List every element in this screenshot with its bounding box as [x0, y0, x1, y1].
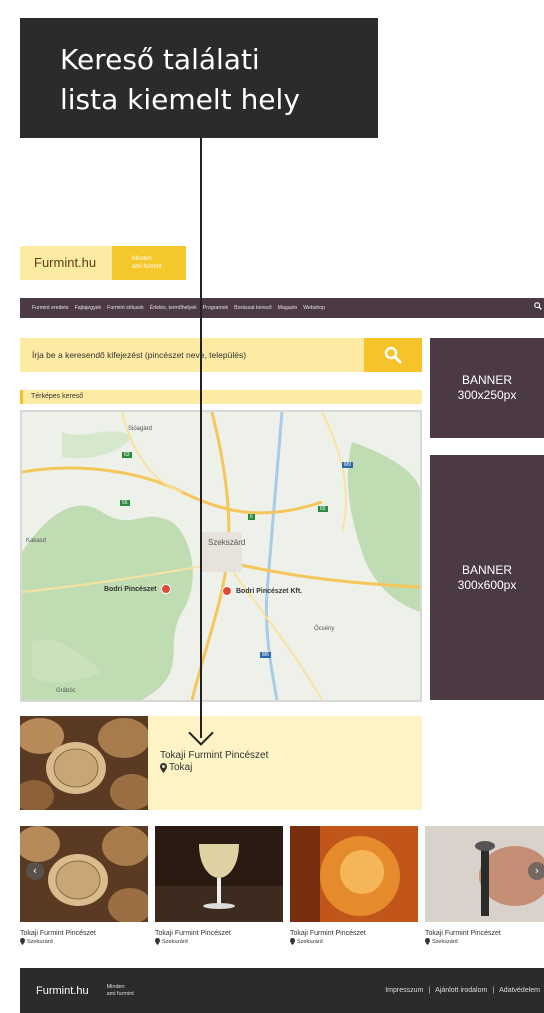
map-road-6: 6: [248, 514, 255, 520]
search-bar: [20, 338, 422, 372]
callout-line-2: lista kiemelt hely: [60, 83, 300, 116]
banner-title: BANNER: [461, 562, 512, 577]
footer-link-impresszum[interactable]: Impresszum: [385, 987, 423, 994]
carousel-next-button[interactable]: ›: [528, 862, 544, 880]
logo-tagline-1: Minden: [132, 256, 152, 262]
site-logo[interactable]: Furmint.hu Minden ami furmint: [20, 246, 186, 280]
card-name: Tokaji Furmint Pincészet: [425, 930, 501, 937]
results-carousel: Tokaji Furmint Pincészet Szekszárd Tokaj…: [16, 826, 544, 958]
card-image: [425, 826, 544, 922]
nav-item-programok[interactable]: Programok: [203, 305, 228, 311]
map-road-m6: M6: [260, 652, 271, 658]
callout-box: Kereső találati lista kiemelt hely: [20, 18, 378, 138]
map-place-kakasd: Kakasd: [26, 538, 47, 544]
location-pin-icon: [425, 938, 430, 945]
carousel-card[interactable]: Tokaji Furmint Pincészet Szekszárd: [155, 826, 283, 945]
map-road-56: 56: [120, 500, 130, 506]
search-button[interactable]: [364, 338, 422, 372]
logo-tagline-2: ami furmint: [132, 264, 162, 270]
footer-links: Impresszum | Ajánlott irodalom | Adatvéd…: [385, 968, 540, 1013]
callout-line-1: Kereső találati: [60, 43, 260, 76]
banner-300x600[interactable]: BANNER 300x600px: [430, 455, 544, 700]
card-location-text: Szekszárd: [27, 938, 53, 945]
footer-tagline-2: ami furmint: [106, 990, 134, 997]
card-location-text: Szekszárd: [162, 938, 188, 945]
card-location: Szekszárd: [290, 938, 418, 945]
card-name: Tokaji Furmint Pincészet: [290, 930, 366, 937]
logo-name: Furmint.hu: [20, 246, 112, 280]
card-location-text: Szekszárd: [297, 938, 323, 945]
map-road-65: 65: [318, 506, 328, 512]
banner-size: 300x250px: [457, 388, 517, 402]
footer-tagline-1: Minden: [106, 983, 125, 990]
card-location: Szekszárd: [425, 938, 544, 945]
carousel-prev-button[interactable]: ‹: [26, 862, 44, 880]
map-pin-bodri-2[interactable]: Bodri Pincészet Kft.: [222, 586, 302, 596]
nav-item-fajtajegyek[interactable]: Fajtajegyek: [75, 305, 102, 311]
search-icon[interactable]: [534, 302, 542, 310]
nav-item-furmint-eredete[interactable]: Furmint eredete: [32, 305, 69, 311]
featured-name: Tokaji Furmint Pincészet: [160, 750, 269, 761]
featured-image: [20, 716, 148, 810]
map-place-szekszard: Szekszárd: [208, 538, 246, 547]
footer-tagline: Minden ami furmint: [107, 984, 134, 998]
location-pin-icon: [160, 763, 167, 773]
nav-item-magazin[interactable]: Magazin: [278, 305, 298, 311]
card-location: Szekszárd: [20, 938, 148, 945]
nav-item-boraszat-kereso[interactable]: Borászat kereső: [234, 305, 271, 311]
map-place-grabocz: Grábóc: [56, 688, 76, 694]
map-road-63: 63: [122, 452, 132, 458]
map-search-label: Térképes kereső: [20, 390, 422, 404]
banner-title: BANNER: [461, 373, 512, 387]
card-image: [155, 826, 283, 922]
featured-location-text: Tokaj: [169, 762, 193, 773]
featured-result[interactable]: Tokaji Furmint Pincészet Tokaj: [20, 716, 422, 810]
nav-item-webshop[interactable]: Webshop: [303, 305, 325, 311]
card-name: Tokaji Furmint Pincészet: [155, 930, 231, 937]
callout-connector: [200, 138, 202, 738]
carousel-card[interactable]: Tokaji Furmint Pincészet Szekszárd: [290, 826, 418, 945]
carousel-card[interactable]: Tokaji Furmint Pincészet Szekszárd: [425, 826, 544, 945]
carousel-card[interactable]: Tokaji Furmint Pincészet Szekszárd: [16, 826, 152, 945]
card-name: Tokaji Furmint Pincészet: [20, 930, 96, 937]
map-pin-icon: [160, 584, 171, 594]
card-image: [290, 826, 418, 922]
map-road-m9: M9: [342, 462, 353, 468]
footer-link-adatvedelem[interactable]: Adatvédelem: [499, 987, 540, 994]
map-pin-icon: [222, 586, 232, 596]
location-pin-icon: [155, 938, 160, 945]
card-location: Szekszárd: [155, 938, 283, 945]
banner-300x250[interactable]: BANNER 300x250px: [430, 338, 544, 438]
footer-link-ajanlott-irodalom[interactable]: Ajánlott irodalom: [435, 987, 487, 994]
map-pin-bodri-1[interactable]: Bodri Pincészet: [104, 584, 171, 594]
location-pin-icon: [20, 938, 25, 945]
card-location-text: Szekszárd: [432, 938, 458, 945]
logo-tagline: Minden ami furmint: [112, 246, 186, 280]
page: Kereső találati lista kiemelt hely Furmi…: [0, 0, 544, 1013]
location-pin-icon: [290, 938, 295, 945]
map[interactable]: Sióagárd Kakasd Szekszárd Őcsény Grábóc …: [20, 410, 422, 702]
map-pin-label-2: Bodri Pincészet Kft.: [236, 587, 303, 595]
search-icon: [384, 346, 402, 364]
footer-separator: |: [428, 987, 431, 994]
featured-location: Tokaj: [160, 762, 268, 774]
banner-size: 300x600px: [457, 577, 517, 592]
footer-logo[interactable]: Furmint.hu: [36, 985, 89, 997]
map-place-ocseny: Őcsény: [314, 626, 335, 632]
footer: Furmint.hu Minden ami furmint Impresszum…: [20, 968, 544, 1013]
nav-item-furmint-stilusok[interactable]: Furmint stílusok: [107, 305, 144, 311]
map-canvas: [22, 412, 420, 700]
main-nav: Furmint eredete Fajtajegyek Furmint stíl…: [20, 298, 544, 318]
footer-separator: |: [492, 987, 495, 994]
search-input[interactable]: [20, 338, 364, 372]
nav-item-erleles[interactable]: Érlelés, termőhelyek: [150, 305, 197, 311]
map-pin-label-1: Bodri Pincészet: [104, 585, 157, 593]
map-place-sioagard: Sióagárd: [128, 426, 153, 432]
